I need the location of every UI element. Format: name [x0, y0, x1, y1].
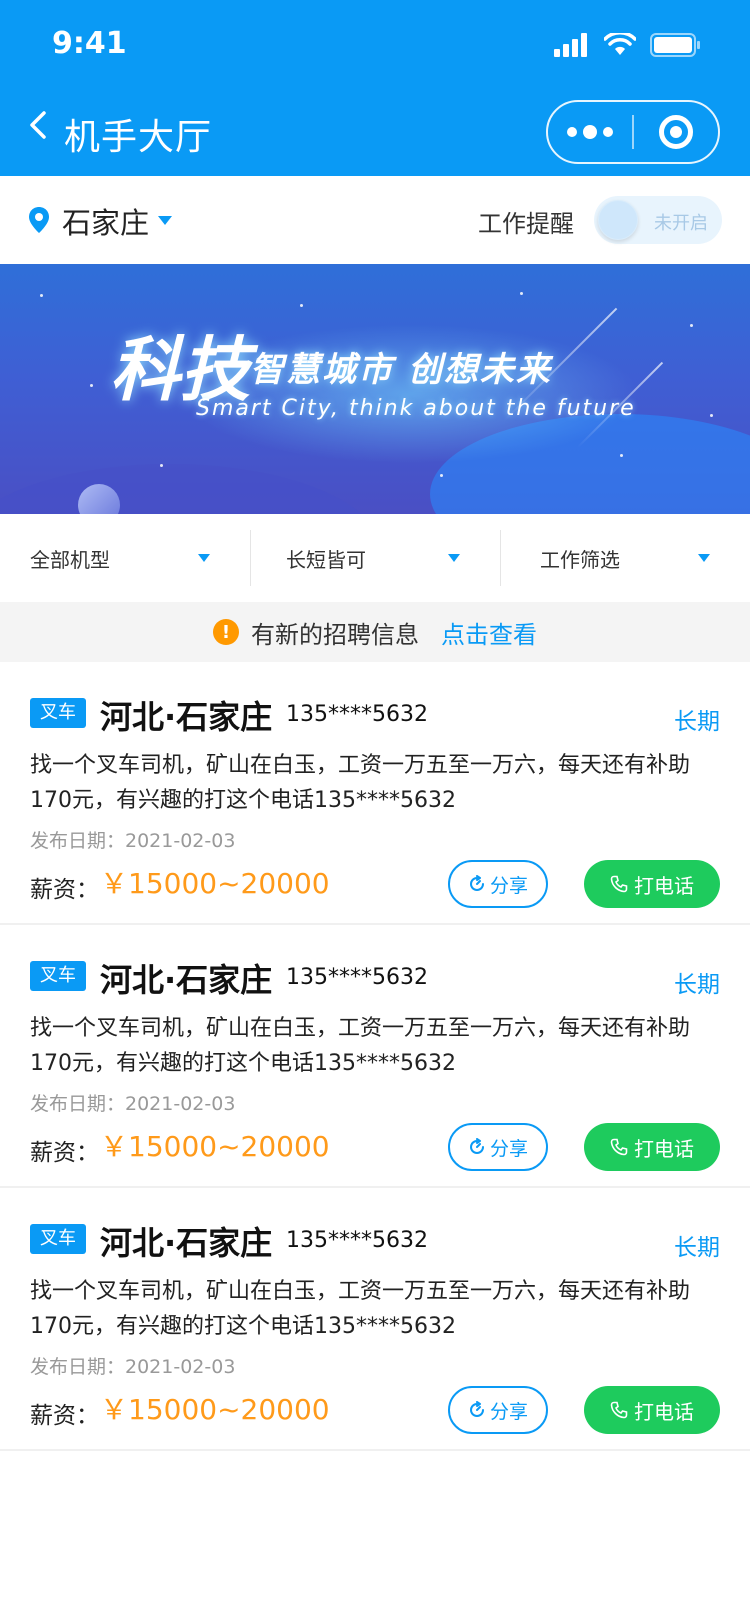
call-label: 打电话 [634, 873, 694, 898]
phone-icon [610, 1401, 628, 1419]
job-card[interactable]: 叉车 河北·石家庄 135****5632 长期 找一个叉车司机，矿山在白玉，工… [0, 662, 750, 925]
new-jobs-notice: ! 有新的招聘信息 点击查看 [0, 602, 750, 662]
machine-type-tag: 叉车 [30, 1224, 86, 1254]
job-term: 长期 [674, 1235, 720, 1261]
job-card[interactable]: 叉车 河北·石家庄 135****5632 长期 找一个叉车司机，矿山在白玉，工… [0, 925, 750, 1188]
more-dot-icon [567, 127, 577, 137]
machine-type-tag: 叉车 [30, 961, 86, 991]
filter-bar: 全部机型 长短皆可 工作筛选 [0, 514, 750, 602]
status-icons [554, 30, 702, 60]
salary-label: 薪资： [30, 1403, 99, 1429]
salary-value: ￥15000~20000 [100, 1393, 330, 1426]
close-mini-program-button[interactable] [634, 102, 718, 162]
promo-banner[interactable]: 科技 智慧城市 创想未来 Smart City, think about the… [0, 264, 750, 514]
work-reminder-label: 工作提醒 [478, 210, 574, 238]
job-description: 找一个叉车司机，矿山在白玉，工资一万五至一万六，每天还有补助170元，有兴趣的打… [30, 1016, 691, 1076]
banner-subheadline: 智慧城市 创想未来 [250, 350, 552, 390]
salary-label: 薪资： [30, 877, 99, 903]
publish-date: 发布日期：2021-02-03 [30, 1093, 236, 1115]
filter-job[interactable]: 工作筛选 [500, 514, 750, 602]
share-icon [470, 875, 484, 891]
share-button[interactable]: 分享 [448, 1123, 548, 1171]
caret-down-icon [448, 554, 460, 562]
share-icon [470, 1138, 484, 1154]
job-phone: 135****5632 [286, 702, 428, 727]
view-new-jobs-link[interactable]: 点击查看 [441, 615, 537, 650]
call-button[interactable]: 打电话 [584, 860, 720, 908]
job-phone: 135****5632 [286, 965, 428, 990]
location-bar: 石家庄 工作提醒 未开启 [0, 176, 750, 264]
filter-label: 长短皆可 [286, 547, 366, 572]
share-label: 分享 [489, 1137, 528, 1160]
machine-type-tag: 叉车 [30, 698, 86, 728]
back-arrow-icon[interactable] [24, 110, 54, 140]
share-label: 分享 [489, 1400, 528, 1423]
salary-value: ￥15000~20000 [100, 867, 330, 900]
status-time: 9:41 [52, 26, 127, 61]
job-list: 叉车 河北·石家庄 135****5632 长期 找一个叉车司机，矿山在白玉，工… [0, 662, 750, 1451]
filter-label: 全部机型 [30, 547, 110, 572]
target-icon [659, 115, 693, 149]
location-pin-icon [29, 207, 49, 233]
mini-program-capsule [546, 100, 720, 164]
caret-down-icon [198, 554, 210, 562]
notice-text: 有新的招聘信息 [251, 620, 419, 649]
job-term: 长期 [674, 972, 720, 998]
job-location: 河北·石家庄 [100, 961, 273, 999]
share-button[interactable]: 分享 [448, 1386, 548, 1434]
share-icon [470, 1401, 484, 1417]
city-selector[interactable]: 石家庄 [62, 200, 149, 242]
share-label: 分享 [489, 874, 528, 897]
wifi-icon [604, 33, 636, 55]
job-location: 河北·石家庄 [100, 1224, 273, 1262]
more-dot-icon [583, 125, 597, 139]
phone-icon [610, 1138, 628, 1156]
job-description: 找一个叉车司机，矿山在白玉，工资一万五至一万六，每天还有补助170元，有兴趣的打… [30, 1279, 691, 1339]
warning-icon: ! [213, 619, 239, 645]
more-dot-icon [603, 127, 613, 137]
job-description: 找一个叉车司机，矿山在白玉，工资一万五至一万六，每天还有补助170元，有兴趣的打… [30, 753, 691, 813]
job-card[interactable]: 叉车 河北·石家庄 135****5632 长期 找一个叉车司机，矿山在白玉，工… [0, 1188, 750, 1451]
job-term: 长期 [674, 709, 720, 735]
banner-english-tagline: Smart City, think about the future [196, 396, 636, 421]
call-button[interactable]: 打电话 [584, 1123, 720, 1171]
filter-label: 工作筛选 [540, 547, 620, 572]
share-button[interactable]: 分享 [448, 860, 548, 908]
work-reminder-toggle[interactable]: 未开启 [594, 196, 722, 244]
call-button[interactable]: 打电话 [584, 1386, 720, 1434]
phone-icon [610, 875, 628, 893]
call-label: 打电话 [634, 1136, 694, 1161]
toggle-state-text: 未开启 [654, 213, 708, 234]
call-label: 打电话 [634, 1399, 694, 1424]
battery-icon [650, 33, 700, 57]
job-phone: 135****5632 [286, 1228, 428, 1253]
salary-label: 薪资： [30, 1140, 99, 1166]
filter-duration[interactable]: 长短皆可 [250, 514, 500, 602]
job-location: 河北·石家庄 [100, 698, 273, 736]
caret-down-icon[interactable] [158, 216, 172, 225]
toggle-knob [598, 200, 638, 240]
salary-value: ￥15000~20000 [100, 1130, 330, 1163]
filter-machine-type[interactable]: 全部机型 [0, 514, 250, 602]
signal-icon [554, 33, 587, 57]
more-menu-button[interactable] [548, 102, 632, 162]
publish-date: 发布日期：2021-02-03 [30, 830, 236, 852]
publish-date: 发布日期：2021-02-03 [30, 1356, 236, 1378]
top-bar: 9:41 机手大厅 [0, 0, 750, 176]
caret-down-icon [698, 554, 710, 562]
page-title: 机手大厅 [64, 117, 213, 158]
